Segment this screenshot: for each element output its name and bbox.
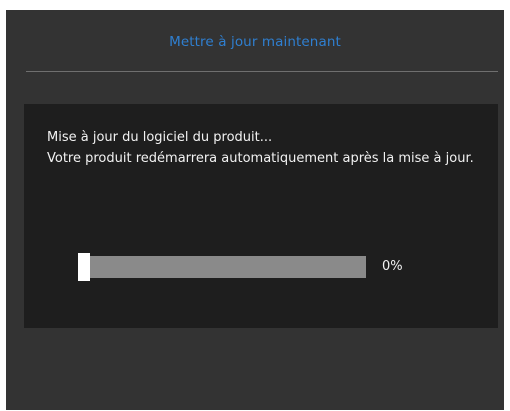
update-screen: Mettre à jour maintenant Mise à jour du … bbox=[6, 10, 504, 410]
update-message: Mise à jour du logiciel du produit... Vo… bbox=[47, 127, 483, 169]
update-progress-panel: Mise à jour du logiciel du produit... Vo… bbox=[24, 104, 498, 328]
progress-percentage: 0% bbox=[382, 259, 403, 274]
progress-indicator bbox=[78, 253, 90, 281]
update-status-text: Mise à jour du logiciel du produit... bbox=[47, 130, 273, 145]
dialog-title: Mettre à jour maintenant bbox=[169, 34, 341, 50]
restart-notice-text: Votre produit redémarrera automatiquemen… bbox=[47, 151, 474, 166]
title-divider bbox=[26, 71, 498, 72]
update-progress-bar bbox=[78, 253, 366, 281]
